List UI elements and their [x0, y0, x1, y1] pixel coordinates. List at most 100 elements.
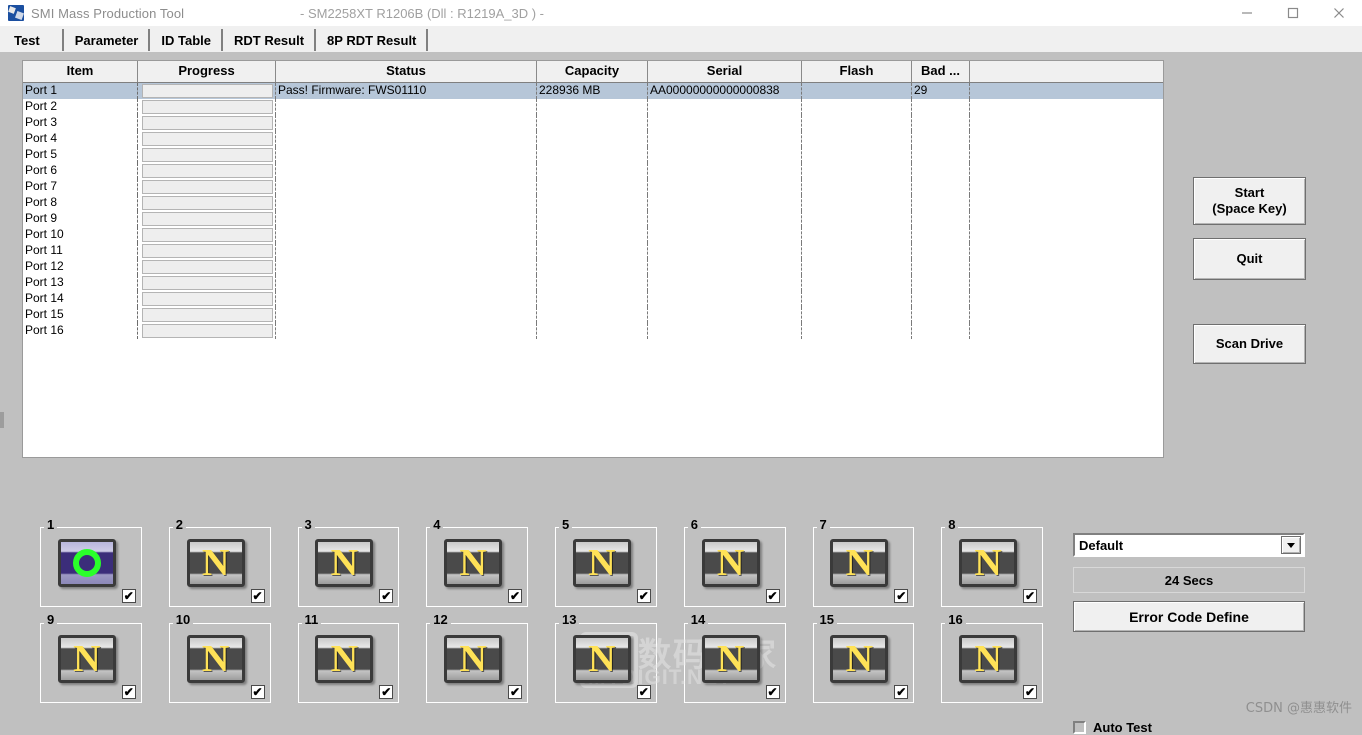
- grid-column-header[interactable]: Capacity: [537, 61, 648, 82]
- storage-card-icon: N: [959, 635, 1018, 683]
- port-enable-checkbox[interactable]: ✔: [894, 685, 909, 699]
- port-enable-checkbox[interactable]: ✔: [765, 589, 780, 603]
- table-row[interactable]: Port 9: [23, 211, 1163, 227]
- tab-id-table[interactable]: ID Table: [151, 29, 223, 52]
- quit-button[interactable]: Quit: [1193, 238, 1306, 280]
- table-row[interactable]: Port 8: [23, 195, 1163, 211]
- port-enable-checkbox[interactable]: ✔: [379, 589, 394, 603]
- minimize-icon[interactable]: [1224, 0, 1270, 26]
- tab-test[interactable]: Test: [6, 29, 64, 52]
- grid-header-row: Item Progress Status Capacity Serial Flash Bad…: [23, 61, 1163, 83]
- port-enable-checkbox[interactable]: ✔: [1023, 685, 1037, 699]
- port-tile[interactable]: 13 N ✔: [547, 613, 657, 709]
- progress-bar: [142, 308, 273, 322]
- grid-cell-bad: [912, 115, 970, 131]
- port-tiles: 1 ✔ 2 N ✔ 3 N ✔ 4 N ✔ 5 N ✔ 6 N ✔ 7 N ✔ 8 N ✔ 9 N ✔ 10 N ✔ 11 N ✔ 12 N ✔ 1…: [32, 517, 1062, 709]
- port-enable-checkbox[interactable]: ✔: [765, 685, 780, 699]
- table-row[interactable]: Port 5: [23, 147, 1163, 163]
- grid-column-header[interactable]: Progress: [138, 61, 276, 82]
- grid-column-header[interactable]: Bad ...: [912, 61, 970, 82]
- grid-cell-item: Port 13: [23, 275, 138, 291]
- table-row[interactable]: Port 15: [23, 307, 1163, 323]
- port-tile[interactable]: 11 N ✔: [290, 613, 400, 709]
- grid-cell-extra: [970, 115, 1163, 131]
- port-tile-number: 12: [430, 613, 451, 626]
- port-tile[interactable]: 3 N ✔: [290, 517, 400, 613]
- chevron-down-icon[interactable]: [1281, 536, 1301, 554]
- storage-card-icon: N: [701, 635, 760, 683]
- table-row[interactable]: Port 1 Pass! Firmware: FWS01110 228936 MB A…: [23, 83, 1163, 99]
- grid-column-header[interactable]: Serial: [648, 61, 802, 82]
- grid-column-header[interactable]: Flash: [802, 61, 912, 82]
- grid-cell-capacity: [537, 291, 648, 307]
- port-enable-checkbox[interactable]: ✔: [636, 589, 651, 603]
- grid-cell-extra: [970, 147, 1163, 163]
- port-status-glyph: N: [459, 638, 487, 680]
- grid-cell-status: [276, 291, 537, 307]
- port-enable-checkbox[interactable]: ✔: [250, 589, 265, 603]
- table-row[interactable]: Port 12: [23, 259, 1163, 275]
- grid-cell-capacity: [537, 147, 648, 163]
- grid-cell-bad: [912, 275, 970, 291]
- table-row[interactable]: Port 6: [23, 163, 1163, 179]
- port-tile[interactable]: 15 N ✔: [805, 613, 915, 709]
- progress-bar: [142, 148, 273, 162]
- tab-8p-rdt-result[interactable]: 8P RDT Result: [317, 29, 429, 52]
- grid-cell-serial: [648, 323, 802, 339]
- table-row[interactable]: Port 10: [23, 227, 1163, 243]
- grid-cell-extra: [970, 243, 1163, 259]
- tab-rdt-result[interactable]: RDT Result: [223, 29, 317, 52]
- port-status-glyph: N: [588, 638, 616, 680]
- port-tile[interactable]: 2 N ✔: [161, 517, 271, 613]
- port-enable-checkbox[interactable]: ✔: [636, 685, 651, 699]
- table-row[interactable]: Port 16: [23, 323, 1163, 339]
- table-row[interactable]: Port 7: [23, 179, 1163, 195]
- table-row[interactable]: Port 3: [23, 115, 1163, 131]
- grid-cell-bad: [912, 211, 970, 227]
- port-enable-checkbox[interactable]: ✔: [508, 685, 522, 699]
- close-icon[interactable]: [1316, 0, 1362, 26]
- port-tile-number: 13: [559, 613, 580, 626]
- table-row[interactable]: Port 2: [23, 99, 1163, 115]
- port-enable-checkbox[interactable]: ✔: [894, 589, 909, 603]
- grid-column-header[interactable]: Item: [23, 61, 138, 82]
- auto-test-row[interactable]: Auto Test: [1073, 720, 1152, 735]
- port-tile[interactable]: 10 N ✔: [161, 613, 271, 709]
- maximize-icon[interactable]: [1270, 0, 1316, 26]
- grid-column-header[interactable]: Status: [276, 61, 537, 82]
- auto-test-checkbox[interactable]: [1073, 721, 1086, 734]
- scan-drive-button[interactable]: Scan Drive: [1193, 324, 1306, 364]
- port-tile[interactable]: 5 N ✔: [547, 517, 657, 613]
- grid-column-header[interactable]: [970, 61, 1163, 82]
- port-enable-checkbox[interactable]: ✔: [379, 685, 394, 699]
- port-enable-checkbox[interactable]: ✔: [1023, 589, 1037, 603]
- port-enable-checkbox[interactable]: ✔: [250, 685, 265, 699]
- port-tile[interactable]: 8 N ✔: [933, 517, 1043, 613]
- port-enable-checkbox[interactable]: ✔: [121, 685, 136, 699]
- app-icon: [8, 5, 24, 21]
- port-enable-checkbox[interactable]: ✔: [508, 589, 522, 603]
- port-results-grid[interactable]: Item Progress Status Capacity Serial Flash Bad…: [22, 60, 1164, 458]
- table-row[interactable]: Port 13: [23, 275, 1163, 291]
- grid-cell-flash: [802, 243, 912, 259]
- port-tile[interactable]: 7 N ✔: [805, 517, 915, 613]
- grid-cell-status: [276, 195, 537, 211]
- error-code-define-button[interactable]: Error Code Define: [1073, 601, 1305, 632]
- table-row[interactable]: Port 11: [23, 243, 1163, 259]
- port-tile[interactable]: 1 ✔: [32, 517, 142, 613]
- port-tile[interactable]: 14 N ✔: [676, 613, 786, 709]
- grid-cell-flash: [802, 83, 912, 99]
- port-tile[interactable]: 6 N ✔: [676, 517, 786, 613]
- port-enable-checkbox[interactable]: ✔: [121, 589, 136, 603]
- port-tile[interactable]: 4 N ✔: [418, 517, 528, 613]
- tab-parameter[interactable]: Parameter: [64, 29, 151, 52]
- port-tile[interactable]: 9 N ✔: [32, 613, 142, 709]
- profile-select[interactable]: Default: [1073, 533, 1305, 557]
- table-row[interactable]: Port 14: [23, 291, 1163, 307]
- port-tile[interactable]: 12 N ✔: [418, 613, 528, 709]
- grid-cell-item: Port 16: [23, 323, 138, 339]
- grid-cell-serial: [648, 163, 802, 179]
- table-row[interactable]: Port 4: [23, 131, 1163, 147]
- port-tile[interactable]: 16 N ✔: [933, 613, 1043, 709]
- start-button[interactable]: Start (Space Key): [1193, 177, 1306, 225]
